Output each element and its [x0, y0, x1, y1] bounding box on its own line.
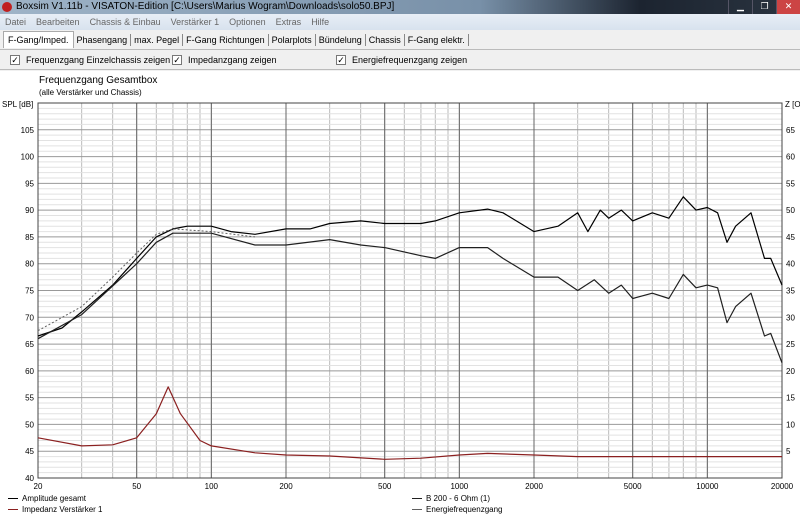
check-icon[interactable]: ✓	[336, 55, 346, 65]
menu-hilfe[interactable]: Hilfe	[306, 14, 334, 30]
y-tick-label: 90	[25, 206, 34, 215]
app-icon	[2, 2, 12, 12]
options-bar: ✓ Frequenzgang Einzelchassis zeigen ✓ Impe…	[0, 51, 800, 70]
y2-tick-label: 40	[786, 260, 795, 269]
legend-item: Amplitude gesamt	[8, 494, 86, 503]
tab-bar: F-Gang/Imped. Phasengang max. Pegel F-Ga…	[0, 30, 800, 50]
x-tick-label: 20000	[771, 482, 794, 491]
plot-area: 20 50 100 200 500 1000 2000 5000 10000 20000 40 45 5…	[0, 71, 800, 525]
tab-fgang-elektr[interactable]: F-Gang elektr.	[405, 33, 469, 46]
x-tick-label: 100	[205, 482, 219, 491]
y-tick-label: 75	[25, 287, 34, 296]
tab-fgang-richtungen[interactable]: F-Gang Richtungen	[183, 33, 269, 46]
y2-tick-label: 55	[786, 179, 795, 188]
checkbox-impedanz[interactable]: ✓ Impedanzgang zeigen	[172, 55, 277, 65]
y-tick-label: 60	[25, 367, 34, 376]
y2-tick-label: 35	[786, 287, 795, 296]
y-tick-label: 70	[25, 313, 34, 322]
x-tick-label: 20	[34, 482, 43, 491]
check-icon[interactable]: ✓	[172, 55, 182, 65]
y2-tick-label: 5	[786, 447, 791, 456]
y-tick-label: 45	[25, 447, 34, 456]
checkbox-label: Impedanzgang zeigen	[188, 55, 277, 65]
x-tick-label: 200	[279, 482, 293, 491]
restore-button[interactable]: ❐	[752, 0, 776, 14]
minimize-button[interactable]: ▁	[728, 0, 752, 14]
x-tick-label: 50	[132, 482, 141, 491]
tab-fgang-imped[interactable]: F-Gang/Imped.	[3, 31, 74, 48]
y-tick-label: 55	[25, 394, 34, 403]
x-tick-label: 5000	[624, 482, 642, 491]
y2-tick-label: 10	[786, 420, 795, 429]
y2-tick-label: 50	[786, 206, 795, 215]
y2-tick-label: 45	[786, 233, 795, 242]
menu-datei[interactable]: Datei	[0, 14, 31, 30]
checkbox-energie[interactable]: ✓ Energiefrequenzgang zeigen	[336, 55, 467, 65]
checkbox-label: Energiefrequenzgang zeigen	[352, 55, 468, 65]
y2-tick-label: 30	[786, 313, 795, 322]
legend-label: B 200 - 6 Ohm (1)	[426, 494, 491, 503]
menu-bearbeiten[interactable]: Bearbeiten	[31, 14, 85, 30]
x-tick-label: 500	[378, 482, 392, 491]
window-title: Boxsim V1.11b - VISATON-Edition [C:\User…	[16, 1, 395, 12]
legend-label: Impedanz Verstärker 1	[22, 505, 103, 514]
y-tick-label: 85	[25, 233, 34, 242]
check-icon[interactable]: ✓	[10, 55, 20, 65]
tab-max-pegel[interactable]: max. Pegel	[131, 33, 184, 46]
tab-chassis[interactable]: Chassis	[366, 33, 405, 46]
menu-bar: Datei Bearbeiten Chassis & Einbau Verstä…	[0, 14, 800, 30]
x-tick-label: 1000	[450, 482, 468, 491]
y-tick-label: 100	[21, 153, 35, 162]
chart-subtitle: (alle Verstärker und Chassis)	[39, 88, 142, 97]
y-tick-label: 40	[25, 474, 34, 483]
tab-phasengang[interactable]: Phasengang	[74, 33, 132, 46]
tab-polarplots[interactable]: Polarplots	[269, 33, 316, 46]
y2-axis-label: Z [Ohm]	[785, 100, 800, 109]
chart-title: Frequenzgang Gesamtbox	[39, 75, 158, 86]
menu-chassis[interactable]: Chassis & Einbau	[85, 14, 166, 30]
close-button[interactable]: ✕	[776, 0, 800, 14]
checkbox-label: Frequenzgang Einzelchassis zeigen	[26, 55, 171, 65]
title-bar: Boxsim V1.11b - VISATON-Edition [C:\User…	[0, 0, 800, 14]
y2-tick-label: 65	[786, 126, 795, 135]
legend-item: Energiefrequenzgang	[412, 505, 503, 514]
y2-tick-label: 15	[786, 394, 795, 403]
y-tick-label: 50	[25, 420, 34, 429]
y2-tick-label: 20	[786, 367, 795, 376]
checkbox-einzelchassis[interactable]: ✓ Frequenzgang Einzelchassis zeigen	[10, 55, 170, 65]
legend-item: Impedanz Verstärker 1	[8, 505, 102, 514]
frequency-chart: 20 50 100 200 500 1000 2000 5000 10000 20000 40 45 5…	[2, 100, 800, 491]
menu-optionen[interactable]: Optionen	[224, 14, 271, 30]
menu-verstaerker[interactable]: Verstärker 1	[166, 14, 225, 30]
y-tick-label: 95	[25, 179, 34, 188]
y-tick-label: 80	[25, 260, 34, 269]
tab-buendelung[interactable]: Bündelung	[316, 33, 366, 46]
x-tick-label: 2000	[525, 482, 543, 491]
y2-tick-label: 25	[786, 340, 795, 349]
y-tick-label: 65	[25, 340, 34, 349]
y2-tick-label: 60	[786, 153, 795, 162]
y-tick-label: 105	[21, 126, 35, 135]
x-tick-label: 10000	[696, 482, 719, 491]
series-line-amplitude-gesamt	[37, 196, 783, 337]
legend-label: Amplitude gesamt	[22, 494, 87, 503]
y-axis-label: SPL [dB]	[2, 100, 33, 109]
legend-label: Energiefrequenzgang	[426, 505, 503, 514]
menu-extras[interactable]: Extras	[271, 14, 307, 30]
legend-item: B 200 - 6 Ohm (1)	[412, 494, 490, 503]
